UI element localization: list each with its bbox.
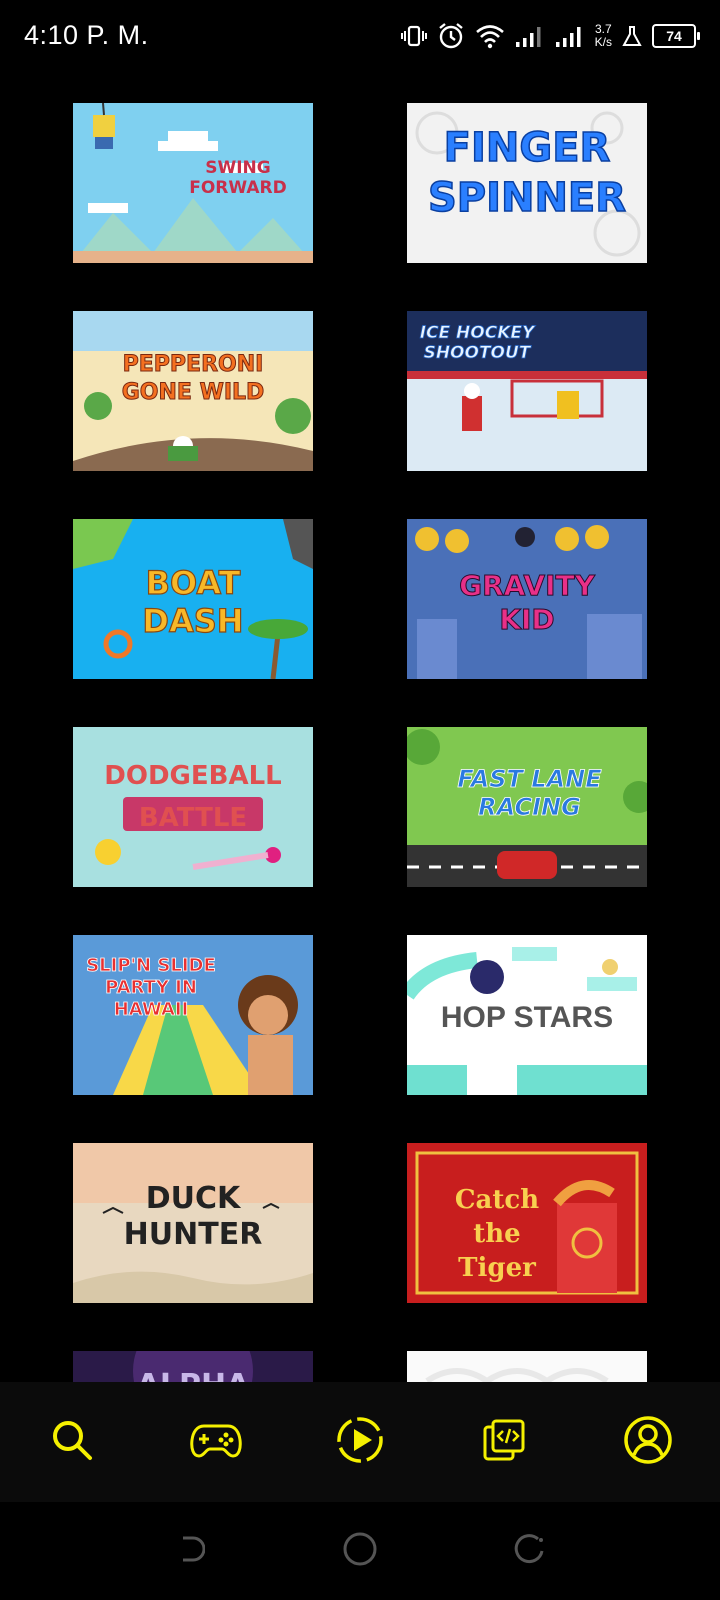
search-icon (50, 1418, 94, 1467)
game-card-pepperoni-gone-wild[interactable]: PEPPERONI GONE WILD (73, 311, 313, 471)
game-card-alpha[interactable]: ALPHA (73, 1351, 313, 1382)
game-title: ICE HOCKEY SHOOTOUT (419, 323, 535, 364)
lab-icon (622, 25, 642, 47)
back-icon (175, 1534, 206, 1569)
game-card-ice-hockey-shootout[interactable]: ICE HOCKEY SHOOTOUT (407, 311, 647, 471)
game-card-catch-the-tiger[interactable]: Catch the Tiger (407, 1143, 647, 1303)
game-card-duck-hunter[interactable]: DUCK HUNTER (73, 1143, 313, 1303)
system-home-button[interactable] (335, 1526, 385, 1576)
battery-level: 74 (666, 28, 682, 44)
gamepad-icon (190, 1420, 242, 1465)
profile-icon (623, 1415, 673, 1470)
game-card-swing-forward[interactable]: SWING FORWARD (73, 103, 313, 263)
game-title: Catch the Tiger (454, 1185, 540, 1283)
nav-search[interactable] (32, 1402, 112, 1482)
game-title: FINGER SPINNER (427, 124, 627, 222)
network-speed: 3.7 K/s (595, 23, 612, 49)
game-title: HOP STARS (440, 1001, 614, 1034)
wifi-icon (475, 23, 505, 49)
code-icon (481, 1417, 527, 1468)
system-nav-bar (0, 1502, 720, 1600)
game-title: BOAT DASH (142, 563, 244, 640)
signal-icon (515, 24, 545, 48)
bottom-nav (0, 1382, 720, 1502)
game-card-hop-stars[interactable]: HOP STARS (407, 935, 647, 1095)
game-thumbnail (407, 1351, 647, 1382)
system-recents-button[interactable] (505, 1526, 555, 1576)
vibrate-icon (400, 24, 427, 48)
clock: 4:10 P. M. (24, 20, 149, 50)
game-card-fast-lane-racing[interactable]: FAST LANE RACING (407, 727, 647, 887)
game-title: SLIP'N SLIDE PARTY IN HAWAII (86, 955, 216, 1021)
network-speed-unit: K/s (594, 35, 612, 49)
game-title: SWING FORWARD (189, 158, 287, 198)
game-title: GRAVITY KID (459, 569, 596, 637)
game-title: DUCK HUNTER (123, 1181, 263, 1252)
game-title: DODGEBALL BATTLE (104, 761, 282, 833)
game-title: ALPHA (83, 1369, 303, 1383)
game-card[interactable] (407, 1351, 647, 1382)
game-grid: SWING FORWARD FINGER SPINNER PEPPERONI G… (73, 103, 648, 1382)
game-title: FAST LANE RACING (457, 765, 602, 822)
recents-icon (514, 1533, 546, 1570)
game-card-boat-dash[interactable]: BOAT DASH (73, 519, 313, 679)
game-card-finger-spinner[interactable]: FINGER SPINNER (407, 103, 647, 263)
status-bar: 4:10 P. M. 3.7 K/s 74 (0, 0, 720, 72)
alarm-icon (437, 22, 465, 50)
system-back-button[interactable] (165, 1526, 215, 1576)
status-icons: 3.7 K/s 74 (400, 18, 700, 54)
nav-code[interactable] (464, 1402, 544, 1482)
home-icon (342, 1531, 378, 1572)
battery-icon: 74 (652, 24, 700, 48)
signal-icon (555, 24, 585, 48)
nav-games[interactable] (176, 1402, 256, 1482)
game-card-dodgeball-battle[interactable]: DODGEBALL BATTLE (73, 727, 313, 887)
game-card-slipn-slide[interactable]: SLIP'N SLIDE PARTY IN HAWAII (73, 935, 313, 1095)
nav-play[interactable] (320, 1402, 400, 1482)
play-icon (335, 1415, 385, 1470)
game-title: PEPPERONI GONE WILD (121, 352, 265, 406)
nav-profile[interactable] (608, 1402, 688, 1482)
game-list[interactable]: SWING FORWARD FINGER SPINNER PEPPERONI G… (0, 72, 720, 1382)
game-card-gravity-kid[interactable]: GRAVITY KID (407, 519, 647, 679)
